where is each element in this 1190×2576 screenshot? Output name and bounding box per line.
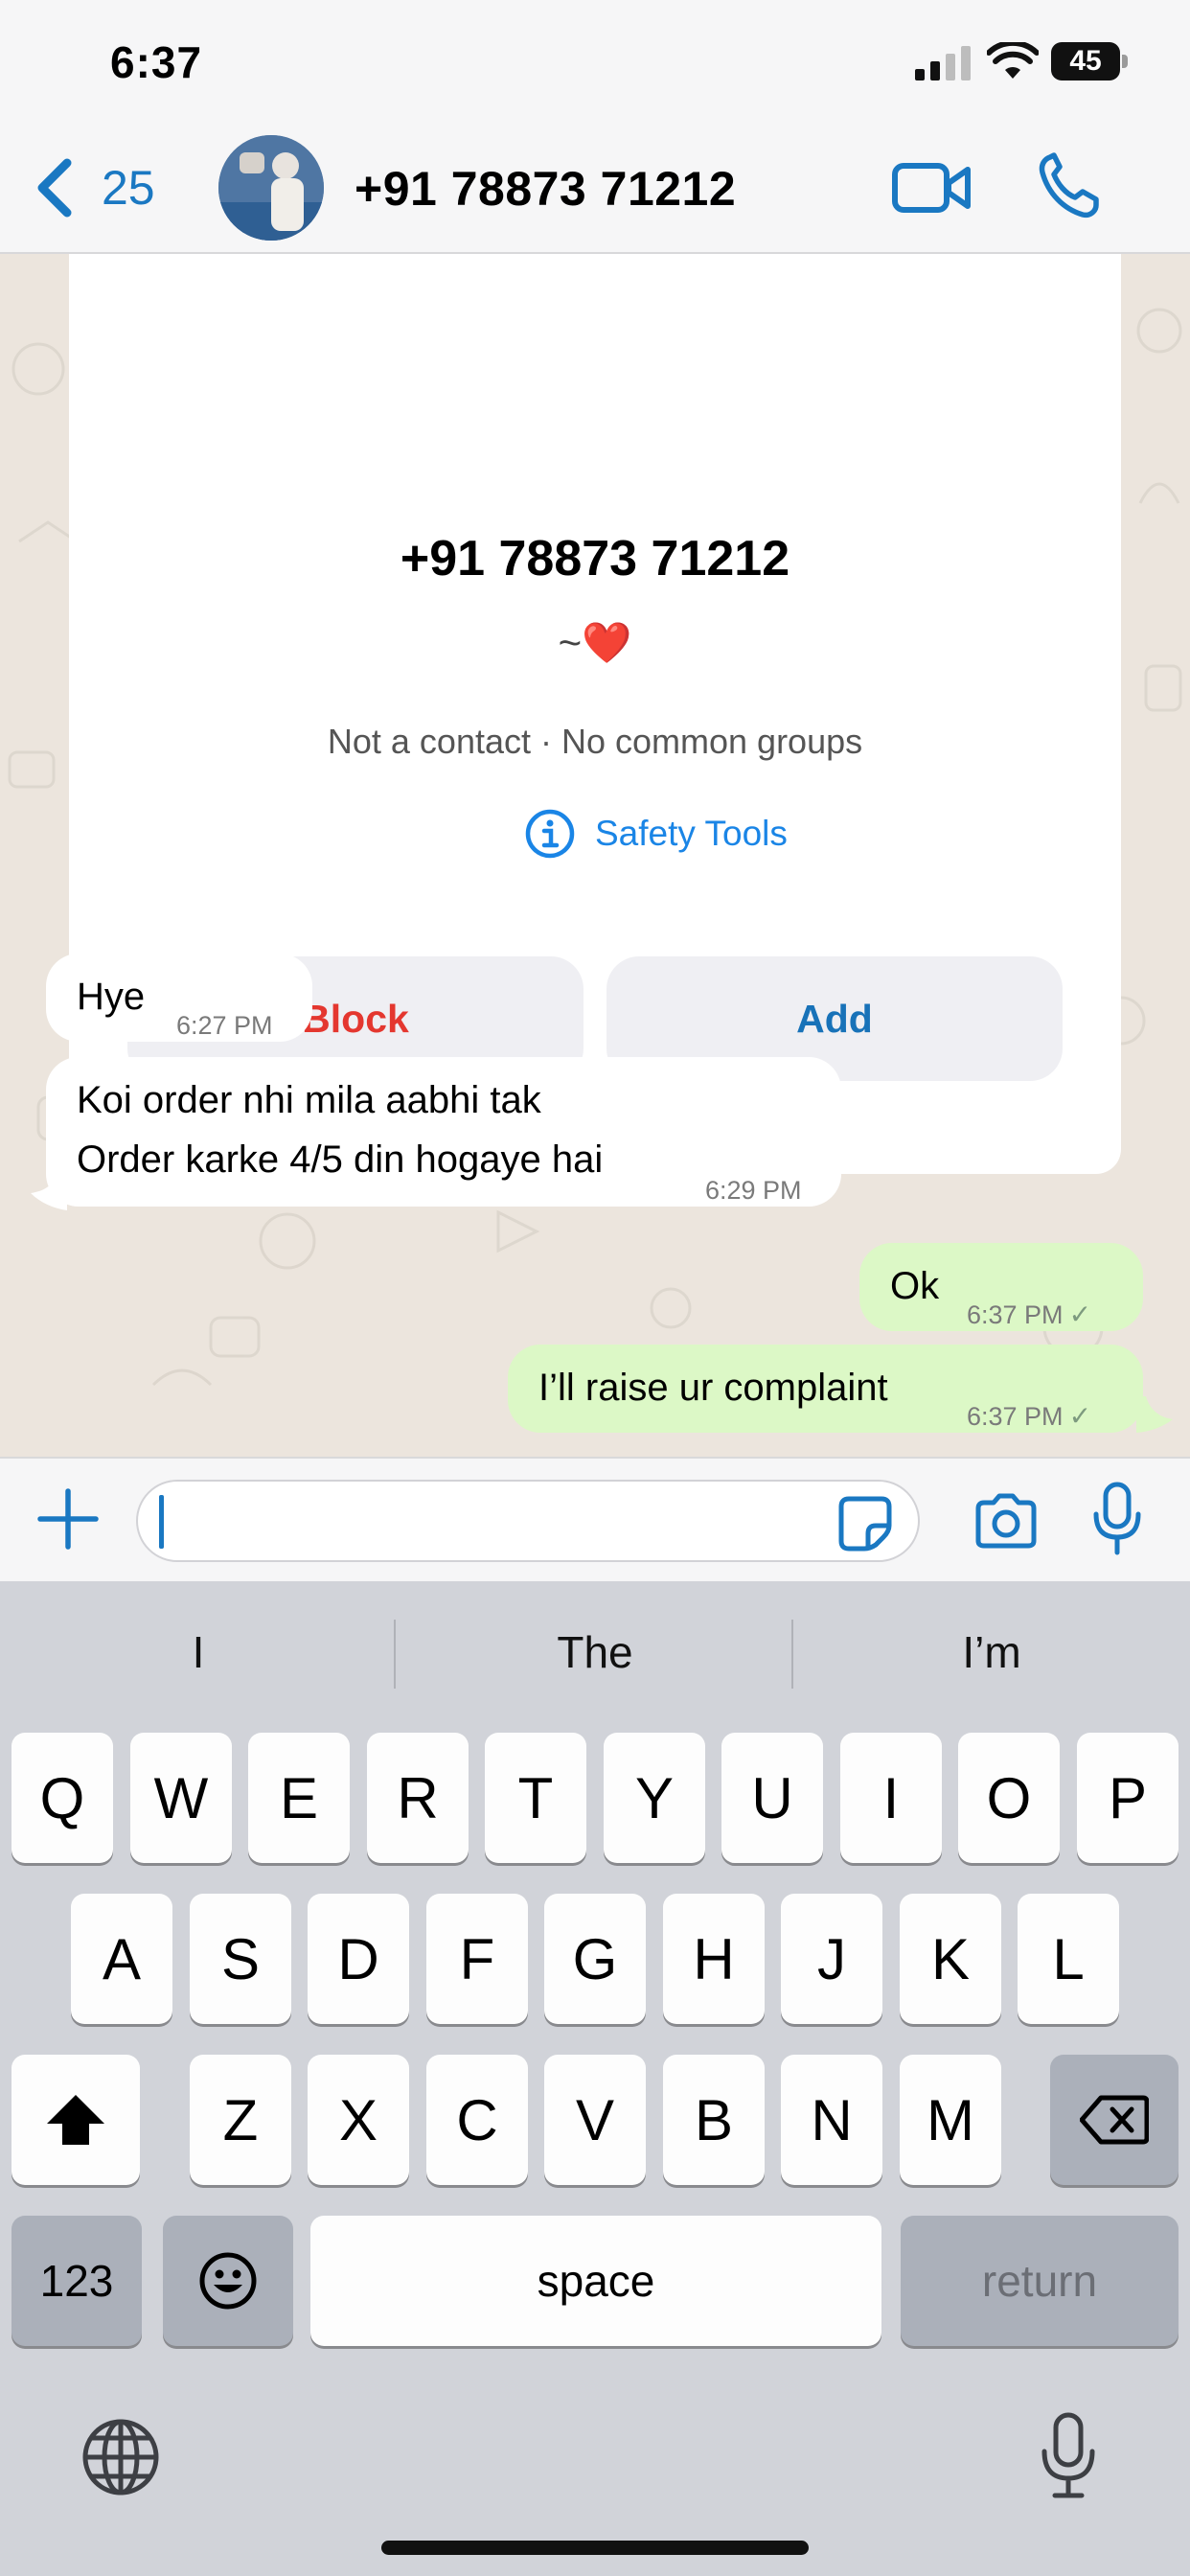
- safety-tools-label: Safety Tools: [595, 814, 788, 853]
- shift-key[interactable]: [11, 2055, 140, 2185]
- return-key[interactable]: return: [901, 2216, 1179, 2346]
- camera-icon[interactable]: [973, 1493, 1040, 1549]
- key-u[interactable]: U: [721, 1733, 823, 1863]
- unread-count: 25: [102, 161, 155, 215]
- suggestion-1[interactable]: I: [0, 1618, 397, 1687]
- key-a[interactable]: A: [71, 1894, 172, 2024]
- message-time-with-tick: 6:37 PM ✓: [967, 1285, 1091, 1345]
- key-v[interactable]: V: [544, 2055, 646, 2185]
- contact-avatar[interactable]: [218, 135, 324, 241]
- key-b[interactable]: B: [663, 2055, 765, 2185]
- key-d[interactable]: D: [308, 1894, 409, 2024]
- key-e[interactable]: E: [248, 1733, 350, 1863]
- key-x[interactable]: X: [308, 2055, 409, 2185]
- message-composer: [0, 1457, 1190, 1581]
- key-z[interactable]: Z: [190, 2055, 291, 2185]
- key-k[interactable]: K: [900, 1894, 1001, 2024]
- dictation-mic-icon[interactable]: [1040, 2411, 1097, 2499]
- message-text-line: Koi order nhi mila aabhi tak: [77, 1079, 541, 1121]
- key-i[interactable]: I: [840, 1733, 942, 1863]
- sent-tick-icon: ✓: [1068, 1300, 1092, 1329]
- delete-icon: [1080, 2095, 1149, 2145]
- message-time: 6:27 PM: [176, 1011, 273, 1040]
- avatar-photo: [218, 135, 324, 241]
- key-l[interactable]: L: [1018, 1894, 1119, 2024]
- chat-area[interactable]: +91 78873 71212 ~❤️ Not a contact · No c…: [0, 254, 1190, 1457]
- space-key[interactable]: space: [310, 2216, 881, 2346]
- video-call-icon[interactable]: [891, 156, 972, 218]
- contact-meta: Not a contact · No common groups: [327, 722, 863, 761]
- sent-tick-icon: ✓: [1068, 1401, 1092, 1431]
- suggestion-2[interactable]: The: [397, 1618, 793, 1687]
- back-button[interactable]: 25: [33, 153, 186, 222]
- key-f[interactable]: F: [426, 1894, 528, 2024]
- cellular-signal-icon: [915, 46, 971, 80]
- message-outgoing[interactable]: Ok 6:37 PM ✓: [859, 1243, 1143, 1331]
- key-r[interactable]: R: [367, 1733, 469, 1863]
- info-icon: [525, 809, 575, 859]
- bubble-tail: [1136, 1396, 1173, 1433]
- key-m[interactable]: M: [900, 2055, 1001, 2185]
- text-cursor: [159, 1495, 164, 1549]
- home-indicator: [381, 2541, 809, 2555]
- safety-tools-link[interactable]: Safety Tools: [524, 807, 788, 861]
- message-incoming[interactable]: Koi order nhi mila aabhi tak Order karke…: [46, 1057, 841, 1207]
- key-y[interactable]: Y: [604, 1733, 705, 1863]
- key-n[interactable]: N: [781, 2055, 882, 2185]
- message-time: 6:37 PM: [967, 1300, 1064, 1329]
- battery-icon: 45: [1051, 42, 1128, 80]
- microphone-icon[interactable]: [1092, 1482, 1142, 1556]
- key-g[interactable]: G: [544, 1894, 646, 2024]
- key-c[interactable]: C: [426, 2055, 528, 2185]
- key-w[interactable]: W: [130, 1733, 232, 1863]
- wifi-icon: [987, 42, 1039, 79]
- about-prefix: ~: [558, 620, 583, 665]
- voice-call-icon[interactable]: [1037, 151, 1100, 218]
- plus-icon[interactable]: [36, 1487, 100, 1551]
- suggestion-divider: [394, 1620, 396, 1689]
- message-text-line: Order karke 4/5 din hogaye hai: [77, 1138, 604, 1181]
- globe-icon[interactable]: [80, 2417, 161, 2497]
- delete-key[interactable]: [1050, 2055, 1179, 2185]
- key-s[interactable]: S: [190, 1894, 291, 2024]
- emoji-key[interactable]: [163, 2216, 293, 2346]
- contact-title[interactable]: +91 78873 71212: [355, 161, 736, 217]
- key-h[interactable]: H: [663, 1894, 765, 2024]
- suggestion-3[interactable]: I’m: [793, 1618, 1190, 1687]
- shift-icon: [47, 2095, 104, 2145]
- key-j[interactable]: J: [781, 1894, 882, 2024]
- message-time-with-tick: 6:37 PM ✓: [967, 1387, 1091, 1446]
- message-time: 6:29 PM: [705, 1176, 802, 1205]
- key-t[interactable]: T: [485, 1733, 586, 1863]
- numbers-key[interactable]: 123: [11, 2216, 142, 2346]
- key-q[interactable]: Q: [11, 1733, 113, 1863]
- sticker-icon[interactable]: [835, 1493, 895, 1552]
- top-bar: 6:37 45 25 +91 78873 71212: [0, 0, 1190, 254]
- card-phone-number: +91 78873 71212: [400, 531, 790, 586]
- key-p[interactable]: P: [1077, 1733, 1179, 1863]
- contact-about: ~❤️: [69, 620, 1121, 667]
- key-o[interactable]: O: [958, 1733, 1060, 1863]
- keyboard: I The I’m Q W E R T Y U I O P A S D F G …: [0, 1581, 1190, 2576]
- heart-emoji: ❤️: [582, 620, 632, 665]
- message-outgoing[interactable]: I’ll raise ur complaint 6:37 PM ✓: [508, 1345, 1143, 1433]
- back-chevron-icon: [37, 158, 72, 218]
- emoji-icon: [199, 2252, 257, 2310]
- battery-level: 45: [1051, 42, 1120, 80]
- message-incoming[interactable]: Hye 6:27 PM: [46, 954, 312, 1042]
- message-time: 6:37 PM: [967, 1402, 1064, 1431]
- message-input[interactable]: [136, 1480, 920, 1562]
- status-time: 6:37: [110, 37, 203, 87]
- bubble-tail: [31, 1172, 67, 1210]
